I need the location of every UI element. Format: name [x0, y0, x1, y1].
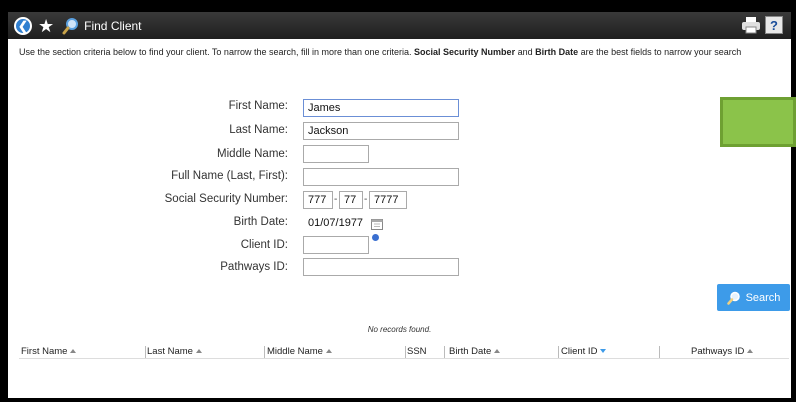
sort-asc-icon	[195, 349, 202, 353]
column-birth-date-label: Birth Date	[449, 346, 492, 357]
column-middle-name-label: Middle Name	[267, 346, 323, 357]
window-title: Find Client	[84, 18, 142, 33]
intro-text-2: and	[515, 47, 536, 57]
column-divider	[145, 346, 146, 358]
middle-name-label: Middle Name:	[217, 148, 288, 160]
full-name-label: Full Name (Last, First):	[171, 170, 288, 182]
column-divider	[558, 346, 559, 358]
client-id-label: Client ID:	[240, 239, 288, 251]
column-birth-date[interactable]: Birth Date	[449, 345, 501, 359]
search-icon	[62, 17, 80, 35]
full-name-input[interactable]	[303, 168, 459, 186]
column-last-name-label: Last Name	[147, 346, 193, 357]
sort-asc-icon	[325, 349, 332, 353]
ssn-dash-2: -	[364, 194, 368, 205]
sort-asc-icon	[747, 349, 754, 353]
ssn-label: Social Security Number:	[164, 193, 288, 205]
instructions-text: Use the section criteria below to find y…	[19, 46, 779, 58]
info-icon[interactable]	[372, 234, 379, 241]
column-ssn-label: SSN	[407, 346, 427, 357]
results-table-header: First Name Last Name Middle Name SSN Bir…	[19, 345, 789, 359]
find-client-window: ❮ ★ Find Client ? Use the section criter…	[8, 12, 791, 398]
birth-date-input[interactable]: 01/07/1977	[303, 214, 371, 232]
client-id-input[interactable]	[303, 236, 369, 254]
sort-asc-icon	[494, 349, 501, 353]
column-divider	[405, 346, 406, 358]
intro-bold-birthdate: Birth Date	[535, 47, 579, 57]
intro-bold-ssn: Social Security Number	[414, 47, 516, 57]
column-divider	[264, 346, 265, 358]
ssn-dash-1: -	[334, 194, 338, 205]
last-name-label: Last Name:	[229, 124, 288, 136]
search-button-label: Search	[745, 291, 781, 304]
column-last-name[interactable]: Last Name	[147, 345, 202, 359]
column-client-id-label: Client ID	[561, 346, 598, 357]
column-divider	[444, 346, 445, 358]
highlight-box	[720, 97, 796, 147]
pathways-id-input[interactable]	[303, 258, 459, 276]
column-first-name-label: First Name	[21, 346, 68, 357]
intro-text-3: are the best fields to narrow your searc…	[578, 47, 742, 57]
calendar-icon[interactable]	[371, 217, 383, 230]
column-divider	[659, 346, 660, 358]
print-icon[interactable]	[741, 16, 761, 34]
intro-text-1: Use the section criteria below to find y…	[19, 47, 415, 57]
help-icon[interactable]: ?	[765, 16, 783, 34]
column-pathways-id[interactable]: Pathways ID	[691, 345, 754, 359]
last-name-input[interactable]: Jackson	[303, 122, 459, 140]
no-records-message: No records found.	[367, 325, 432, 334]
birth-date-label: Birth Date:	[233, 216, 288, 228]
column-middle-name[interactable]: Middle Name	[267, 345, 332, 359]
ssn-part3-input[interactable]: 7777	[369, 191, 407, 209]
first-name-label: First Name:	[228, 100, 288, 112]
search-button-icon	[726, 291, 740, 305]
title-bar: ❮ ★ Find Client ?	[8, 12, 791, 39]
column-first-name[interactable]: First Name	[21, 345, 77, 359]
column-client-id[interactable]: Client ID	[561, 345, 607, 359]
back-arrow-icon[interactable]: ❮	[14, 16, 32, 35]
ssn-part1-input[interactable]: 777	[303, 191, 333, 209]
column-pathways-id-label: Pathways ID	[691, 346, 745, 357]
star-icon[interactable]: ★	[38, 17, 54, 35]
first-name-input[interactable]: James	[303, 99, 459, 117]
column-ssn[interactable]: SSN	[407, 345, 427, 359]
sort-asc-icon	[70, 349, 77, 353]
pathways-id-label: Pathways ID:	[220, 261, 288, 273]
ssn-part2-input[interactable]: 77	[339, 191, 363, 209]
sort-desc-icon	[600, 349, 607, 353]
search-button[interactable]: Search	[717, 284, 790, 311]
middle-name-input[interactable]	[303, 145, 369, 163]
